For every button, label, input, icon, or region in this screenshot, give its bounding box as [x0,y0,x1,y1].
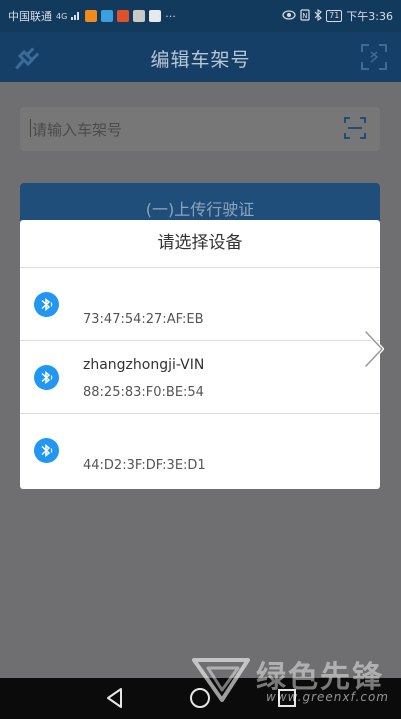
carrier-name: 中国联通 [8,10,52,23]
back-icon[interactable] [103,686,127,710]
recent-apps-icon[interactable] [275,686,299,710]
home-icon[interactable] [188,686,212,710]
more-notifications: ··· [165,9,176,23]
bluetooth-icon [34,292,59,317]
scan-icon[interactable] [361,44,387,70]
bluetooth-icon [34,365,59,390]
signal-icon [71,10,81,23]
vin-input[interactable]: 请输入车架号 [20,107,380,151]
chevron-right-icon[interactable] [360,328,388,370]
device-name: zhangzhongji-VIN [83,357,205,373]
device-list-item[interactable]: zhangzhongji-VIN 88:25:83:F0:BE:54 [20,341,380,414]
notification-app-icon [149,10,162,22]
device-select-dialog: 请选择设备 73:47:54:27:AF:EB zhangzhongji-VIN… [20,220,380,489]
notification-app-icon [133,10,146,22]
text-caret [30,119,31,137]
app-bar: 编辑车架号 [0,32,401,82]
status-bar: 中国联通 4G ··· N 71 下午3:36 [0,0,401,32]
signal-text: 4G [56,11,68,21]
battery-level: 71 [326,10,343,22]
nfc-icon: N [300,8,310,24]
bluetooth-status-icon [314,8,322,24]
status-right: N 71 下午3:36 [282,8,393,24]
upload-license-label: (一)上传行驶证 [145,200,255,219]
device-mac: 44:D2:3F:DF:3E:D1 [83,458,206,473]
notification-app-icon [101,10,114,22]
page-title: 编辑车架号 [150,49,251,71]
device-mac: 88:25:83:F0:BE:54 [83,385,204,400]
device-list-item[interactable]: 44:D2:3F:DF:3E:D1 [20,414,380,487]
clock: 下午3:36 [346,10,393,23]
navigation-bar [0,678,401,719]
device-mac: 73:47:54:27:AF:EB [83,312,204,327]
status-left: 中国联通 4G ··· [8,8,176,24]
dialog-title: 请选择设备 [20,220,380,268]
notification-app-icon [85,10,98,22]
device-list-item[interactable]: 73:47:54:27:AF:EB [20,268,380,341]
notification-app-icon [117,10,130,22]
battery-icon: 71 [326,10,343,22]
vin-input-placeholder: 请输入车架号 [32,121,123,139]
scan-vin-icon[interactable] [344,117,366,139]
svg-text:N: N [302,12,307,20]
bluetooth-icon [34,438,59,463]
eye-icon [282,9,296,23]
